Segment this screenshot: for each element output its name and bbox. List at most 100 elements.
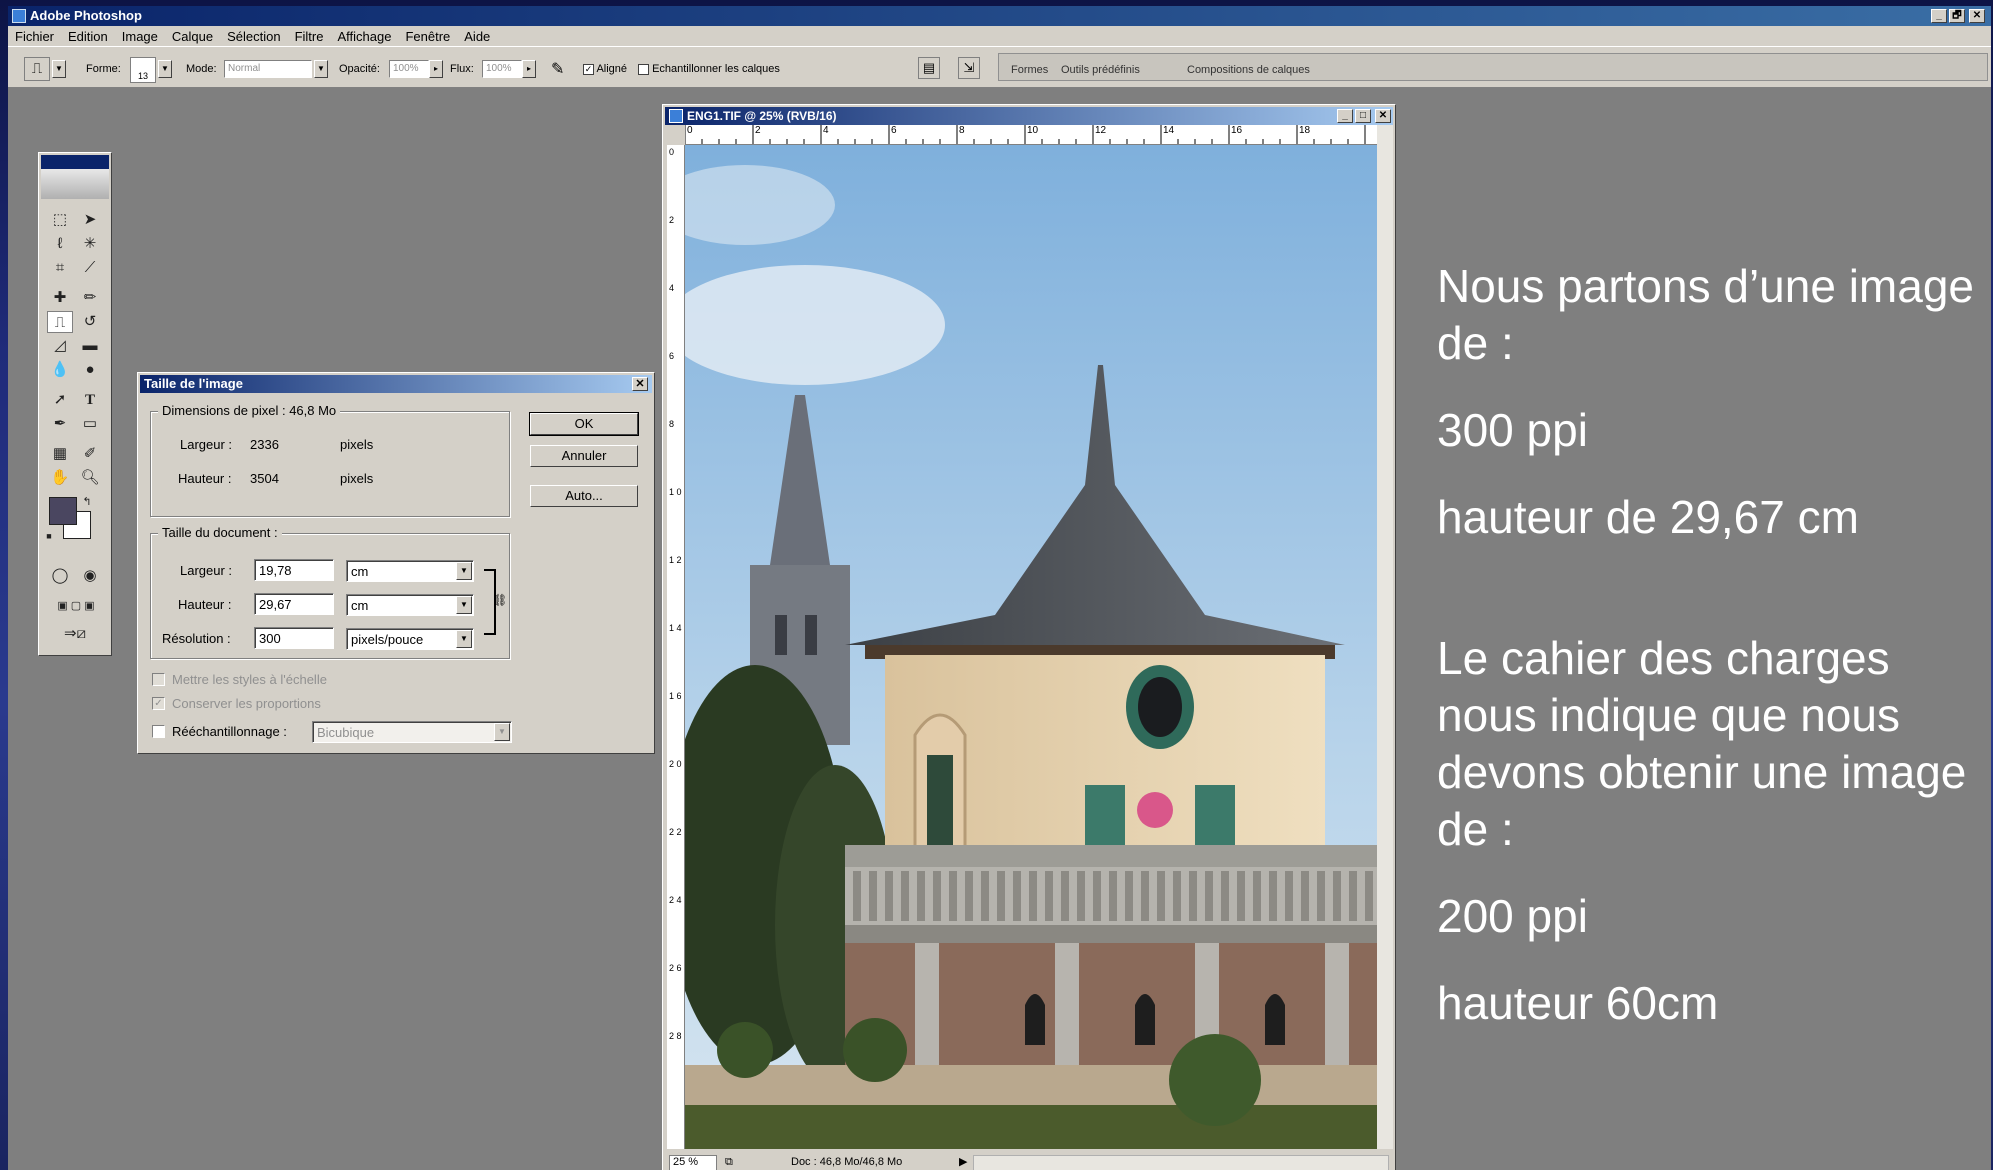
tab-outils-predefinis[interactable]: Outils prédéfinis — [1061, 64, 1140, 76]
constrain-proportions-checkbox[interactable]: ✓ — [152, 697, 165, 710]
path-selection-tool-icon[interactable]: ➚ — [47, 389, 73, 411]
resolution-unit-select[interactable]: pixels/pouce ▼ — [346, 628, 474, 650]
tab-compositions-de-calques[interactable]: Compositions de calques — [1187, 64, 1310, 76]
type-tool-icon[interactable]: T — [77, 389, 103, 411]
aligne-option: ✓ Aligné — [583, 63, 627, 75]
doc-close-button[interactable]: ✕ — [1375, 109, 1391, 123]
brush-preview[interactable]: 13 — [130, 57, 156, 83]
ok-button[interactable]: OK — [529, 412, 639, 436]
dialog-close-button[interactable]: ✕ — [632, 377, 648, 391]
dodge-tool-icon[interactable]: ● — [77, 359, 103, 381]
brush-dropdown[interactable]: ▼ — [158, 60, 172, 78]
tool-preset-dropdown[interactable]: ▼ — [52, 60, 66, 78]
echantillonner-checkbox[interactable] — [638, 63, 649, 75]
close-button[interactable]: ✕ — [1969, 9, 1985, 23]
chevron-down-icon[interactable]: ▼ — [456, 630, 472, 648]
mode-select[interactable]: Normal — [224, 60, 312, 78]
chevron-down-icon[interactable]: ▼ — [456, 596, 472, 614]
doc-height-unit-select[interactable]: cm ▼ — [346, 594, 474, 616]
foreground-color-swatch[interactable] — [49, 497, 77, 525]
menu-fenetre[interactable]: Fenêtre — [398, 26, 457, 46]
ruler-h-16: 16 — [1231, 125, 1243, 136]
image-canvas[interactable] — [685, 145, 1377, 1149]
menu-image[interactable]: Image — [115, 26, 165, 46]
px-height-unit: pixels — [340, 471, 374, 486]
dialog-titlebar[interactable]: Taille de l'image — [140, 375, 652, 393]
hand-tool-icon[interactable]: ✋ — [47, 467, 73, 489]
zoom-field[interactable]: 25 % — [669, 1155, 717, 1170]
menu-edition[interactable]: Edition — [61, 26, 115, 46]
doc-width-input[interactable]: 19,78 — [254, 559, 334, 581]
pen-tool-icon[interactable]: ✒ — [47, 413, 73, 435]
vertical-scrollbar[interactable] — [1377, 125, 1393, 1149]
opacite-arrow[interactable]: ▸ — [429, 60, 443, 78]
chevron-down-icon[interactable]: ▼ — [456, 562, 472, 580]
airbrush-icon[interactable]: ✎ — [551, 59, 564, 79]
menu-fichier[interactable]: Fichier — [8, 26, 61, 46]
status-menu-arrow-icon[interactable]: ▶ — [959, 1155, 967, 1168]
crop-tool-icon[interactable]: ⌗ — [47, 257, 73, 279]
flux-arrow[interactable]: ▸ — [522, 60, 536, 78]
doc-height-input[interactable]: 29,67 — [254, 593, 334, 615]
imageready-icon[interactable]: ⇲ — [958, 57, 980, 79]
tab-formes[interactable]: Formes — [1011, 64, 1048, 76]
aligne-checkbox[interactable]: ✓ — [583, 63, 594, 75]
menu-filtre[interactable]: Filtre — [288, 26, 331, 46]
eraser-tool-icon[interactable]: ◿ — [47, 335, 73, 357]
cancel-button[interactable]: Annuler — [530, 445, 638, 467]
mode-dropdown-arrow[interactable]: ▼ — [314, 60, 328, 78]
document-titlebar[interactable]: ENG1.TIF @ 25% (RVB/16) — [665, 107, 1393, 125]
minimize-button[interactable]: _ — [1931, 9, 1947, 23]
constrain-proportions-label: Conserver les proportions — [172, 696, 321, 711]
menu-calque[interactable]: Calque — [165, 26, 220, 46]
resample-checkbox[interactable] — [152, 725, 165, 738]
magic-wand-tool-icon[interactable]: ✳ — [77, 233, 103, 255]
brush-tool-icon[interactable]: ✏ — [77, 287, 103, 309]
menu-selection[interactable]: Sélection — [220, 26, 287, 46]
move-tool-icon[interactable]: ➤ — [77, 209, 103, 231]
resolution-input[interactable]: 300 — [254, 627, 334, 649]
blur-tool-icon[interactable]: 💧 — [47, 359, 73, 381]
menu-aide[interactable]: Aide — [457, 26, 497, 46]
healing-brush-tool-icon[interactable]: ✚ — [47, 287, 73, 309]
zoom-tool-icon[interactable]: 🔍︎ — [77, 467, 103, 489]
history-brush-tool-icon[interactable]: ↺ — [77, 311, 103, 333]
quick-mask-mode-icon[interactable]: ◉ — [77, 565, 103, 587]
photoshop-feather-logo — [41, 169, 109, 199]
file-browser-icon[interactable]: ▤ — [918, 57, 940, 79]
screen-mode-icons[interactable]: ▣ ▢ ▣ — [45, 595, 107, 617]
options-bar: ⎍ ▼ Forme: 13 ▼ Mode: Normal ▼ Opacité: … — [8, 46, 1991, 88]
scale-styles-checkbox[interactable] — [152, 673, 165, 686]
rectangle-tool-icon[interactable]: ▭ — [77, 413, 103, 435]
echantillonner-option: Echantillonner les calques — [638, 63, 780, 75]
horizontal-scrollbar[interactable] — [973, 1155, 1389, 1170]
clone-stamp-tool-icon[interactable]: ⎍ — [24, 57, 50, 81]
note-start-image: Nous partons d’une image de : — [1437, 260, 1974, 369]
chevron-down-icon[interactable]: ▼ — [494, 723, 510, 741]
pixel-dims-label: Dimensions de pixel : — [162, 403, 286, 418]
menu-affichage[interactable]: Affichage — [330, 26, 398, 46]
clone-stamp-tool-icon[interactable]: ⎍ — [47, 311, 73, 333]
standard-mode-icon[interactable]: ◯ — [47, 565, 73, 587]
resample-method-select[interactable]: Bicubique ▼ — [312, 721, 512, 743]
doc-width-unit-select[interactable]: cm ▼ — [346, 560, 474, 582]
slice-tool-icon[interactable]: ⟋ — [77, 257, 103, 279]
notes-tool-icon[interactable]: ▦ — [47, 443, 73, 465]
marquee-tool-icon[interactable]: ⬚ — [47, 209, 73, 231]
vertical-ruler: 0 2 4 6 8 1 0 1 2 1 4 1 6 2 0 2 2 2 4 2 … — [667, 145, 685, 1149]
swap-colors-icon[interactable]: ↰ — [79, 491, 95, 513]
default-colors-icon[interactable]: ■ — [43, 525, 55, 547]
restore-button[interactable]: 🗗 — [1949, 9, 1965, 23]
eyedropper-tool-icon[interactable]: ✐ — [77, 443, 103, 465]
doc-minimize-button[interactable]: _ — [1337, 109, 1353, 123]
auto-button[interactable]: Auto... — [530, 485, 638, 507]
gradient-tool-icon[interactable]: ▬ — [77, 335, 103, 357]
doc-maximize-button[interactable]: □ — [1355, 109, 1371, 123]
status-icon[interactable]: ⧉ — [725, 1156, 733, 1169]
opacite-field[interactable]: 100% — [389, 60, 429, 78]
lasso-tool-icon[interactable]: ℓ — [47, 233, 73, 255]
note-target-ppi: 200 ppi — [1437, 890, 1588, 942]
toolbox-header[interactable] — [41, 155, 109, 169]
jump-to-imageready-icon[interactable]: ⇒⧄ — [49, 623, 101, 645]
flux-field[interactable]: 100% — [482, 60, 522, 78]
